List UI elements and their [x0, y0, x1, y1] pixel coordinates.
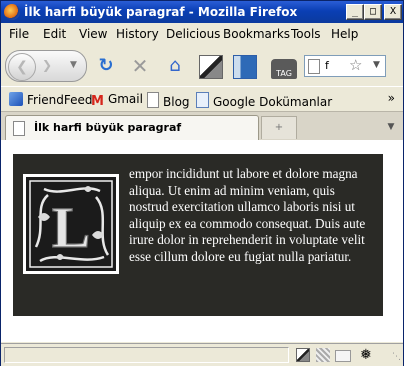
menu-view[interactable]: View [79, 27, 107, 41]
url-bar[interactable]: f ☆ ▼ [304, 55, 386, 77]
dark-paragraph-box: L empor incididunt ut labore et dolore m… [13, 154, 383, 316]
back-forward-group: ❮ ❯ ▼ [5, 50, 87, 82]
history-dropdown-icon[interactable]: ▼ [70, 60, 77, 70]
menu-file[interactable]: File [9, 27, 29, 41]
reload-icon[interactable]: ↻ [95, 55, 117, 77]
friendfeed-icon [9, 92, 23, 106]
bookmark-label: FriendFeed [27, 93, 93, 107]
menu-help[interactable]: Help [331, 27, 358, 41]
menu-bar: File Edit View History Delicious Bookmar… [1, 24, 403, 44]
bookmarks-overflow-icon[interactable]: » [388, 91, 395, 105]
tab-active[interactable]: İlk harfi büyük paragraf [5, 115, 259, 141]
new-tab-button[interactable]: + [261, 116, 297, 139]
status-bar: ❅ ⋱ [1, 343, 403, 366]
bookmark-gmail[interactable]: M Gmail [91, 92, 143, 109]
bookmark-star-icon[interactable]: ☆ [349, 56, 362, 74]
bookmark-label: Gmail [107, 92, 143, 106]
home-icon[interactable]: ⌂ [164, 55, 186, 77]
tab-bar: İlk harfi büyük paragraf + ▼ [1, 111, 403, 141]
page-icon [308, 59, 320, 74]
menu-history[interactable]: History [116, 27, 159, 41]
maximize-button[interactable]: □ [364, 4, 382, 20]
list-all-tabs-icon[interactable]: ▼ [381, 116, 401, 138]
gmail-icon: M [91, 94, 104, 109]
status-text [4, 347, 289, 363]
navigation-toolbar: ❮ ❯ ▼ ↻ ✕ ⌂ TAG f ☆ ▼ [1, 45, 403, 85]
page-content: L empor incididunt ut labore et dolore m… [1, 140, 403, 342]
grid-icon[interactable] [316, 348, 330, 362]
docs-icon [196, 92, 209, 108]
url-dropdown-icon[interactable]: ▼ [373, 60, 380, 70]
drop-cap-image: L [23, 174, 119, 274]
drop-cap-letter: L [52, 195, 91, 260]
bookmark-google-docs[interactable]: Google Dokümanlar [196, 92, 332, 109]
stop-icon[interactable]: ✕ [129, 55, 151, 77]
menu-delicious[interactable]: Delicious [166, 27, 220, 41]
bookmark-label: Google Dokümanlar [213, 95, 333, 109]
back-icon[interactable]: ❮ [8, 53, 36, 81]
close-button[interactable]: X [384, 4, 402, 20]
page-icon [13, 121, 25, 136]
menu-edit[interactable]: Edit [43, 27, 66, 41]
browser-window: İlk harfi büyük paragraf - Mozilla Firef… [0, 0, 404, 366]
page-icon [147, 92, 159, 108]
window-title: İlk harfi büyük paragraf - Mozilla Firef… [24, 5, 298, 19]
screenshot-icon[interactable] [199, 55, 223, 79]
sidebar-icon[interactable] [233, 55, 257, 79]
bookmarks-toolbar: FriendFeed M Gmail Blog Google Dokümanlar… [1, 86, 403, 111]
forward-icon[interactable]: ❯ [42, 58, 52, 72]
mail-icon[interactable] [335, 350, 351, 362]
tab-label: İlk harfi büyük paragraf [34, 121, 182, 134]
firefox-icon [4, 4, 20, 20]
bookmark-friendfeed[interactable]: FriendFeed [9, 92, 93, 107]
menu-tools[interactable]: Tools [291, 27, 321, 41]
url-text[interactable]: f [325, 59, 329, 72]
title-bar[interactable]: İlk harfi büyük paragraf - Mozilla Firef… [1, 1, 403, 23]
tag-icon[interactable]: TAG [271, 59, 297, 79]
minimize-button[interactable]: _ [346, 4, 364, 20]
bookmark-label: Blog [163, 95, 190, 109]
screenshot-icon[interactable] [296, 348, 310, 362]
bug-icon[interactable]: ❅ [360, 348, 374, 362]
ornamental-letter-icon: L [26, 177, 116, 271]
resize-grip-icon[interactable]: ⋱ [392, 352, 401, 362]
menu-bookmarks[interactable]: Bookmarks [223, 27, 290, 41]
bookmark-blog[interactable]: Blog [147, 92, 190, 109]
